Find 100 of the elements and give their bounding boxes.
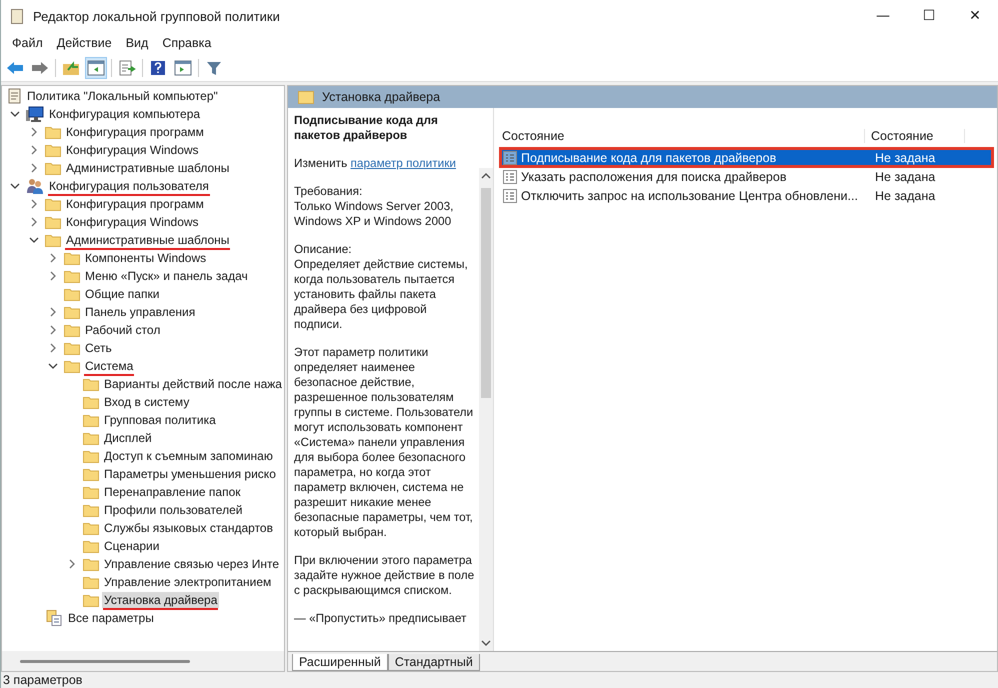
tree-item[interactable]: Установка драйвера bbox=[102, 592, 220, 608]
tree-item[interactable]: Управление электропитанием bbox=[102, 574, 274, 590]
description-text: — «Пропустить» предписывает bbox=[294, 611, 468, 626]
expand-chevron-icon[interactable] bbox=[48, 343, 58, 353]
expand-chevron-icon[interactable] bbox=[29, 217, 39, 227]
policy-name: Указать расположения для поиска драйверов bbox=[521, 170, 788, 184]
panel-icon[interactable] bbox=[85, 56, 107, 78]
tree-item[interactable]: Дисплей bbox=[102, 430, 154, 446]
folder-icon bbox=[45, 233, 61, 247]
expand-chevron-icon[interactable] bbox=[29, 199, 39, 209]
tree-item[interactable]: Общие папки bbox=[83, 286, 162, 302]
expand-chevron-icon[interactable] bbox=[48, 253, 58, 263]
minimize-button[interactable]: — bbox=[860, 8, 906, 24]
app-icon bbox=[11, 8, 23, 24]
tree-item[interactable]: Профили пользователей bbox=[102, 502, 244, 518]
tree-item[interactable]: Вход в систему bbox=[102, 394, 192, 410]
policy-state: Не задана bbox=[874, 188, 936, 202]
tree-item[interactable]: Параметры уменьшения риско bbox=[102, 466, 278, 482]
tree-item[interactable]: Конфигурация программ bbox=[64, 124, 206, 140]
tree-item[interactable]: Административные шаблоны bbox=[64, 232, 232, 248]
collapse-chevron-icon[interactable] bbox=[10, 181, 20, 191]
computer-icon bbox=[26, 106, 44, 122]
folder-icon bbox=[45, 143, 61, 157]
setting-icon bbox=[503, 170, 517, 184]
description-text: Требования: Только Windows Server 2003, Windows XP и Windows 2000 bbox=[294, 184, 454, 229]
tree-item[interactable]: Конфигурация компьютера bbox=[47, 106, 202, 122]
menu-item[interactable]: Файл bbox=[5, 36, 50, 50]
menu-item[interactable]: Вид bbox=[118, 36, 156, 50]
tree-item[interactable]: Рабочий стол bbox=[83, 322, 162, 338]
folder-icon bbox=[83, 431, 99, 445]
collapse-chevron-icon[interactable] bbox=[29, 235, 39, 245]
policy-state: Не задана bbox=[874, 170, 936, 184]
tree-item[interactable]: Все параметры bbox=[66, 610, 156, 626]
folder-icon bbox=[64, 359, 80, 373]
policy-name: Подписывание кода для пакетов драйверов bbox=[521, 150, 778, 164]
horizontal-scrollbar[interactable] bbox=[2, 651, 284, 671]
expand-chevron-icon[interactable] bbox=[48, 307, 58, 317]
expand-chevron-icon[interactable] bbox=[67, 559, 77, 569]
tree-item[interactable]: Конфигурация Windows bbox=[64, 214, 201, 230]
scroll-down-icon[interactable] bbox=[481, 639, 491, 647]
folder-icon bbox=[83, 449, 99, 463]
folder-icon bbox=[83, 467, 99, 481]
expand-chevron-icon[interactable] bbox=[48, 325, 58, 335]
tree-item[interactable]: Варианты действий после нажа bbox=[102, 376, 284, 392]
tree-item[interactable]: Система bbox=[83, 358, 136, 374]
folder-icon bbox=[64, 305, 80, 319]
expand-chevron-icon[interactable] bbox=[48, 271, 58, 281]
folder-icon bbox=[83, 413, 99, 427]
folder-icon bbox=[64, 269, 80, 283]
folder-icon bbox=[83, 557, 99, 571]
tree-item[interactable]: Политика "Локальный компьютер" bbox=[25, 88, 220, 104]
policy-row[interactable]: Указать расположения для поиска драйверов Не задана bbox=[500, 167, 993, 186]
window-title: Редактор локальной групповой политики bbox=[33, 8, 281, 24]
close-button[interactable]: ✕ bbox=[952, 8, 998, 24]
expand-chevron-icon[interactable] bbox=[29, 163, 39, 173]
menu-item[interactable]: Действие bbox=[50, 36, 119, 50]
folder-icon bbox=[64, 287, 80, 301]
folder-icon bbox=[45, 125, 61, 139]
vertical-scrollbar[interactable] bbox=[479, 168, 493, 651]
folder-icon bbox=[45, 197, 61, 211]
folder-icon bbox=[83, 539, 99, 553]
panel-header: Установка драйвера bbox=[322, 90, 440, 104]
setting-icon bbox=[503, 188, 517, 202]
tree-item[interactable]: Групповая политика bbox=[102, 412, 218, 428]
description-text: Этот параметр политики определяет наименее безопасное действие, разрешенное пользователям группы в системе. Пользователи могут использовать компонент «Система» панели управления для выбора более безопасного параметра, но когда этот параметр включен, система не разрешит никакие менее безопасные параметры, чем тот, который выбран. bbox=[294, 345, 474, 540]
menu-item[interactable]: Справка bbox=[155, 36, 218, 50]
folder-icon bbox=[83, 377, 99, 391]
folder-icon bbox=[64, 341, 80, 355]
expand-chevron-icon[interactable] bbox=[29, 145, 39, 155]
tree-item[interactable]: Меню «Пуск» и панель задач bbox=[83, 268, 250, 284]
tree-item[interactable]: Перенаправление папок bbox=[102, 484, 242, 500]
tree-item[interactable]: Административные шаблоны bbox=[64, 160, 232, 176]
column-header[interactable]: Состояние bbox=[500, 128, 865, 142]
policy-row[interactable]: Отключить запрос на использование Центра обновлени... Не задана bbox=[500, 186, 993, 205]
column-header[interactable]: Состояние bbox=[865, 128, 965, 142]
maximize-button[interactable]: ☐ bbox=[906, 8, 952, 24]
tree-item[interactable]: Компоненты Windows bbox=[83, 250, 208, 266]
scroll-up-icon[interactable] bbox=[481, 172, 491, 180]
tree-item[interactable]: Панель управления bbox=[83, 304, 198, 320]
folder-icon bbox=[45, 215, 61, 229]
policy-setting-link[interactable]: параметр политики bbox=[350, 156, 456, 170]
folder-icon bbox=[83, 593, 99, 607]
tree-item[interactable]: Конфигурация программ bbox=[64, 196, 206, 212]
tree-item[interactable]: Сеть bbox=[83, 340, 114, 356]
view-tab[interactable]: Стандартный bbox=[388, 654, 480, 671]
settings-icon bbox=[45, 610, 63, 626]
tree-item[interactable]: Конфигурация Windows bbox=[64, 142, 201, 158]
tree-item[interactable]: Управление связью через Инте bbox=[102, 556, 282, 572]
view-tab[interactable]: Расширенный bbox=[292, 654, 388, 671]
folder-icon bbox=[83, 485, 99, 499]
expand-chevron-icon[interactable] bbox=[29, 127, 39, 137]
tree-item[interactable]: Конфигурация пользователя bbox=[47, 178, 211, 194]
collapse-chevron-icon[interactable] bbox=[10, 109, 20, 119]
tree-item[interactable]: Сценарии bbox=[102, 538, 162, 554]
policy-row[interactable]: Подписывание кода для пакетов драйверов Не задана bbox=[500, 148, 993, 167]
tree-item[interactable]: Доступ к съемным запоминаю bbox=[102, 448, 275, 464]
tree-item[interactable]: Службы языковых стандартов bbox=[102, 520, 275, 536]
setting-icon bbox=[503, 150, 517, 164]
description-text: Описание: Определяет действие системы, когда пользователь пытается установить файлы пакета драйвера без цифровой подписи. bbox=[294, 242, 469, 332]
collapse-chevron-icon[interactable] bbox=[48, 361, 58, 371]
